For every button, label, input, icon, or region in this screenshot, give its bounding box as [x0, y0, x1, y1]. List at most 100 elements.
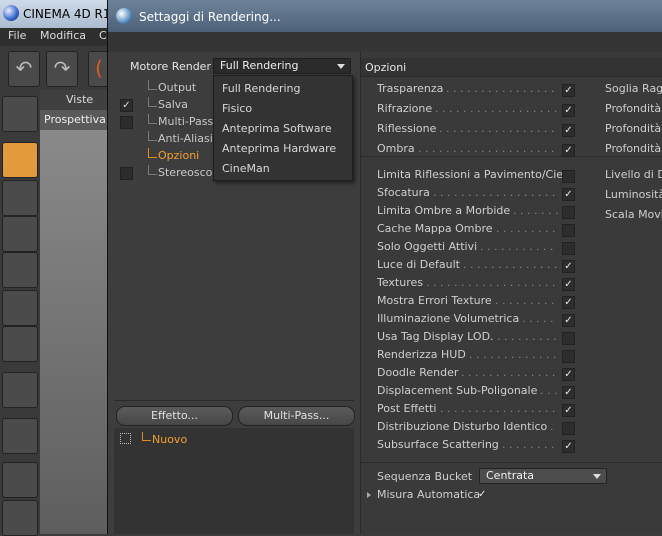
tree-checkbox[interactable]: [120, 116, 133, 129]
option-checkbox[interactable]: [562, 422, 575, 435]
option-checkbox[interactable]: [562, 206, 575, 219]
tree-connector: [148, 148, 157, 158]
option-checkbox[interactable]: ✓: [562, 368, 575, 381]
axis-mode-icon[interactable]: [2, 372, 38, 408]
points-mode-icon[interactable]: [2, 252, 38, 288]
option-label: Subsurface Scattering: [377, 438, 499, 451]
menu-modifica[interactable]: Modifica: [40, 29, 86, 42]
model-mode-icon[interactable]: [2, 96, 38, 132]
option-checkbox[interactable]: ✓: [562, 84, 575, 97]
option-checkbox[interactable]: ✓: [562, 104, 575, 117]
dropdown-option-full-rendering[interactable]: Full Rendering: [222, 82, 300, 95]
option-checkbox[interactable]: [562, 242, 575, 255]
dropdown-option-cineman[interactable]: CineMan: [222, 162, 270, 175]
leader-dots: . . . . . . . . . . . . . . . . . . . . …: [433, 186, 558, 199]
tree-item-label: Opzioni: [158, 149, 200, 162]
option-label: Cache Mappa Ombre: [377, 222, 493, 235]
option-checkbox[interactable]: [562, 170, 575, 183]
tree-item-label: Multi-Pass: [158, 115, 214, 128]
divider: [114, 400, 354, 401]
bucket-sequence-label: Sequenza Bucket: [377, 470, 473, 483]
option-label: Usa Tag Display LOD.: [377, 330, 494, 343]
render-engine-label: Motore Render: [130, 60, 211, 73]
option-label: Ombra: [377, 142, 415, 155]
option-checkbox[interactable]: ✓: [562, 260, 575, 273]
workplane-icon[interactable]: [2, 216, 38, 252]
leader-dots: . . . . . . . . . . . . . . . . . . . . …: [418, 142, 558, 155]
main-window-title: CINEMA 4D R1: [23, 7, 111, 21]
polygons-mode-icon[interactable]: [2, 326, 38, 362]
tree-checkbox[interactable]: ✓: [120, 99, 133, 112]
leader-dots: . . . . . . . . . . . . . . . . . . . . …: [446, 82, 558, 95]
leader-dots: . . . . . . . . . . . . . . . . . . . . …: [440, 402, 558, 415]
option-checkbox[interactable]: ✓: [562, 278, 575, 291]
render-presets-list: Nuovo: [114, 428, 354, 534]
options-header-label: Opzioni: [365, 61, 407, 74]
tree-connector: [148, 80, 157, 90]
menu-file[interactable]: File: [8, 29, 26, 42]
viewport[interactable]: [40, 130, 110, 534]
dropdown-option-software-preview[interactable]: Anteprima Software: [222, 122, 332, 135]
dropdown-option-fisico[interactable]: Fisico: [222, 102, 252, 115]
option-label-column2: Scala Movin: [605, 208, 662, 221]
viewport-tab-label: Prospettiva: [44, 113, 106, 126]
option-checkbox[interactable]: ✓: [562, 124, 575, 137]
magnet-icon[interactable]: [2, 418, 38, 454]
option-label: Post Effetti: [377, 402, 437, 415]
leader-dots: . . . . . . . . . . . . . . . . . . . . …: [461, 366, 558, 379]
render-settings-dialog: Settaggi di Rendering... ▦ Motore Render…: [107, 0, 662, 534]
expand-arrow-icon[interactable]: [367, 492, 371, 498]
auto-size-checkbox[interactable]: ✓: [478, 489, 489, 500]
tree-item-label: Stereoscop: [158, 166, 220, 179]
option-checkbox[interactable]: ✓: [562, 386, 575, 399]
option-checkbox[interactable]: [562, 350, 575, 363]
lock-grid-icon[interactable]: [2, 462, 38, 498]
option-label: Textures: [377, 276, 423, 289]
preset-expand-icon[interactable]: [120, 433, 131, 444]
option-label-column2: Profondità: [605, 102, 662, 115]
menu-more[interactable]: C: [99, 29, 107, 42]
effect-button[interactable]: Effetto...: [116, 406, 233, 426]
texture-mode-icon[interactable]: [2, 180, 38, 216]
viewport-tab[interactable]: Prospettiva: [40, 110, 110, 130]
tree-connector: [142, 432, 151, 441]
dropdown-option-hardware-preview[interactable]: Anteprima Hardware: [222, 142, 336, 155]
render-engine-select[interactable]: Full Rendering: [213, 58, 351, 74]
option-checkbox[interactable]: ✓: [562, 314, 575, 327]
tree-checkbox[interactable]: [120, 167, 133, 180]
option-checkbox[interactable]: ✓: [562, 188, 575, 201]
object-mode-icon[interactable]: [2, 142, 38, 178]
divider: [361, 462, 662, 463]
tree-item-label: Salva: [158, 98, 189, 111]
dialog-titlebar[interactable]: Settaggi di Rendering...: [108, 0, 662, 32]
edges-mode-icon[interactable]: [2, 290, 38, 326]
leader-dots: . . . . . . . . . . . . . . . . . . . . …: [469, 348, 558, 361]
option-label: Doodle Render: [377, 366, 459, 379]
option-checkbox[interactable]: [562, 224, 575, 237]
option-checkbox[interactable]: ✓: [562, 404, 575, 417]
leader-dots: . . . . . . . . . . . . . . . . . . . . …: [426, 276, 558, 289]
viewport-menu-viste[interactable]: Viste: [66, 93, 93, 106]
option-label: Mostra Errori Texture: [377, 294, 492, 307]
options-panel: Opzioni Sequenza Bucket Centrata Misura …: [360, 52, 662, 534]
option-checkbox[interactable]: ✓: [562, 440, 575, 453]
tree-connector: [148, 114, 157, 124]
option-label: Luce di Default: [377, 258, 460, 271]
option-label: Distribuzione Disturbo Identico: [377, 420, 548, 433]
option-checkbox[interactable]: [562, 332, 575, 345]
option-checkbox[interactable]: ✓: [562, 296, 575, 309]
cinema4d-logo-icon: [3, 5, 19, 21]
leader-dots: . . . . . . . . . . . . . . . . . . . . …: [522, 312, 558, 325]
option-checkbox[interactable]: ✓: [562, 144, 575, 157]
render-engine-dropdown: Full Rendering Fisico Anteprima Software…: [213, 75, 353, 181]
bucket-sequence-select[interactable]: Centrata: [479, 468, 607, 484]
option-label-column2: Profondità: [605, 122, 662, 135]
leader-dots: . . . . . . . . . . . . . . . . . . . . …: [435, 102, 558, 115]
tree-connector: [148, 97, 157, 107]
undo-icon[interactable]: ↶: [8, 51, 40, 87]
redo-icon[interactable]: ↷: [46, 51, 78, 87]
preset-item-nuovo[interactable]: Nuovo: [152, 433, 187, 446]
multipass-button[interactable]: Multi-Pass...: [238, 406, 355, 426]
grid-snap-icon[interactable]: [2, 500, 38, 536]
bucket-sequence-value: Centrata: [486, 469, 535, 482]
